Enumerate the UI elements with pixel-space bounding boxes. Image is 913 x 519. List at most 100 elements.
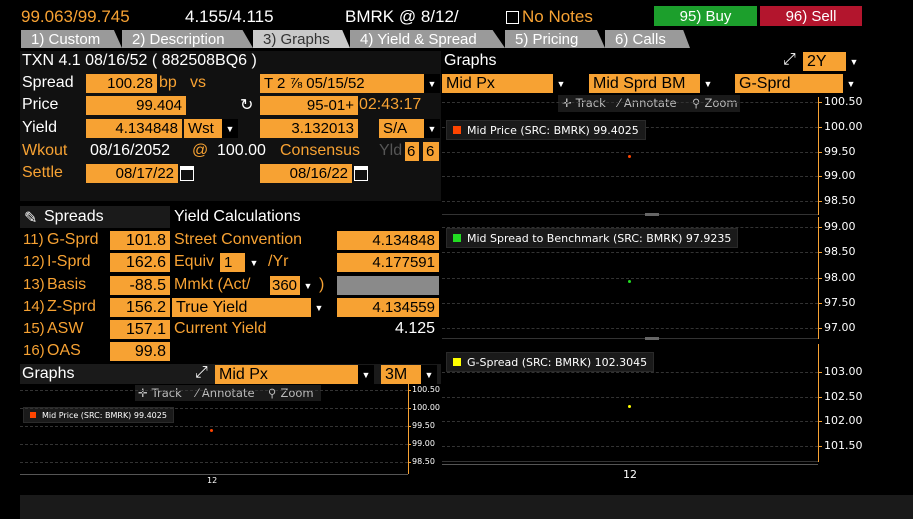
big-graph-dropdown-3[interactable]: ▼ [843,74,859,93]
refresh-icon[interactable]: ↻ [240,95,253,115]
spread-row-name[interactable]: I-Sprd [47,253,91,271]
big-graph-select-2[interactable]: Mid Sprd BM [589,74,700,93]
gridline [20,444,408,445]
yield-type-dropdown[interactable]: ▼ [222,119,238,138]
true-yield-dropdown[interactable]: ▼ [311,298,327,317]
expand-icon[interactable]: ⤢ [783,51,796,69]
legend-swatch [453,234,461,242]
y-tick-mark [408,462,411,463]
expand-icon[interactable]: ⤢ [195,364,208,382]
yld-label: Yld [379,142,403,159]
tab-custom[interactable]: 1) Custom [21,30,122,48]
bench-freq-select[interactable]: S/A [379,119,424,138]
pencil-icon[interactable]: ✎ [24,208,37,228]
gridline [442,201,818,202]
spread-row-value: 157.1 [110,320,170,339]
spreads-heading: Spreads [44,208,104,225]
small-graph-period-dropdown[interactable]: ▼ [421,365,437,384]
gridline [442,102,818,103]
tab-yield-spread[interactable]: 4) Yield & Spread [350,30,505,48]
footer-bar [20,495,913,519]
legend-swatch [453,358,461,366]
yld-b-input[interactable]: 6 [423,142,439,161]
y-tick-label: 99.50 [412,421,435,430]
tab-pricing[interactable]: 5) Pricing [505,30,605,48]
y-tick-label: 103.00 [824,365,863,378]
calendar-icon[interactable] [180,166,194,181]
y-tick-label: 100.00 [824,119,863,133]
chevron-down-icon: ▼ [427,123,437,134]
buy-button[interactable]: 95) Buy [654,6,757,26]
small-graph-series-select[interactable]: Mid Px [215,365,358,384]
big-graph-title: Graphs [444,52,497,69]
small-graph-y-axis [408,384,409,474]
bench-freq-dropdown[interactable]: ▼ [424,119,440,138]
calendar-icon[interactable] [354,166,368,181]
y-tick-mark [818,277,822,279]
big-graph-period-dropdown[interactable]: ▼ [846,52,862,71]
equiv-dropdown[interactable]: ▼ [246,253,262,272]
chevron-down-icon: ▼ [703,78,713,89]
small-graph-series-dropdown[interactable]: ▼ [358,365,374,384]
big-graph-period-select[interactable]: 2Y [803,52,846,71]
spread-row-value: -88.5 [110,276,170,295]
spread-row-number: 14) [23,298,45,315]
tab-graphs[interactable]: 3) Graphs [253,30,350,48]
bench-time: 02:43:17 [359,96,422,113]
bench-price-input[interactable]: 95-01+ [260,96,358,115]
spread-label: Spread [22,74,74,91]
tab-calls[interactable]: 6) Calls [605,30,690,48]
spread-row-number: 13) [23,276,45,293]
small-annotate-tool[interactable]: ⁄ Annotate [196,386,255,400]
spread-row-name[interactable]: ASW [47,320,83,338]
gridline [20,408,408,409]
mmkt-close: ) [319,276,325,293]
street-convention-value[interactable]: 4.134848 [337,231,439,250]
y-tick-mark [818,446,822,447]
spread-input[interactable]: 100.28 [86,74,157,93]
small-zoom-tool[interactable]: ⚲ Zoom [268,386,314,400]
mmkt-basis-select[interactable]: 360 [270,276,300,295]
panel-resize-handle[interactable] [645,337,659,340]
yield-type-select[interactable]: Wst [184,119,222,138]
big-graph-dropdown-2[interactable]: ▼ [700,74,716,93]
gridline [442,176,818,178]
benchmark-input[interactable]: T 2 ⅞ 05/15/52 [260,74,424,93]
tab-description[interactable]: 2) Description [122,30,253,48]
spread-row-number: 15) [23,320,45,337]
spread-row-name[interactable]: OAS [47,342,81,360]
bench-yield-input[interactable]: 3.132013 [260,119,358,138]
gridline [20,462,408,463]
sell-button[interactable]: 96) Sell [760,6,862,26]
equiv-n-select[interactable]: 1 [220,253,245,272]
y-tick-mark [818,176,822,178]
big-graph-select-1[interactable]: Mid Px [442,74,553,93]
y-tick-label: 98.50 [824,245,856,259]
equiv-value[interactable]: 4.177591 [337,253,439,272]
mmkt-dropdown[interactable]: ▼ [300,276,316,295]
y-tick-mark [818,302,822,304]
yld-a-input[interactable]: 6 [405,142,419,161]
spread-row-value: 99.8 [110,342,170,361]
settle-date-input[interactable]: 08/17/22 [86,164,178,183]
panel-resize-handle[interactable] [645,213,659,216]
y-tick-mark [408,408,411,409]
benchmark-dropdown[interactable]: ▼ [424,74,440,93]
gridline [442,396,818,398]
spread-row-name[interactable]: Z-Sprd [47,298,96,316]
small-track-tool[interactable]: ✛ Track [138,386,182,400]
price-input[interactable]: 99.404 [86,96,186,115]
yield-input[interactable]: 4.134848 [86,119,182,138]
spread-row-name[interactable]: G-Sprd [47,231,99,249]
true-yield-value[interactable]: 4.134559 [337,298,439,317]
big-graph-select-3[interactable]: G-Sprd [735,74,843,93]
bench-settle-input[interactable]: 08/16/22 [260,164,352,183]
true-yield-select[interactable]: True Yield [172,298,311,317]
y-tick-mark [408,390,411,391]
big-graph-dropdown-1[interactable]: ▼ [553,74,569,93]
notes-link[interactable]: No Notes [506,7,593,27]
spread-row-name[interactable]: Basis [47,276,86,294]
small-graph-period-select[interactable]: 3M [381,365,421,384]
big-graph-legend: G-Spread (SRC: BMRK) 102.3045 [446,352,655,372]
yield-calc-heading: Yield Calculations [174,208,301,225]
